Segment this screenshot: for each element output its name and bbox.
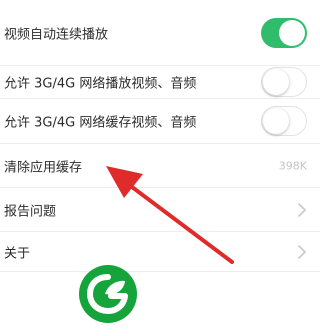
toggle-knob: [263, 68, 289, 95]
chevron-right-icon: [298, 202, 306, 217]
cellular-play-label: 允许 3G/4G 网络播放视频、音频: [4, 76, 197, 92]
cellular-cache-label: 允许 3G/4G 网络缓存视频、音频: [4, 115, 197, 131]
chevron-right-icon: [298, 244, 306, 259]
toggle-knob: [263, 107, 289, 134]
autoplay-label: 视频自动连续播放: [4, 27, 109, 42]
cellular-cache-toggle[interactable]: [261, 106, 307, 136]
setting-row-about[interactable]: 关于: [0, 232, 320, 272]
setting-row-clear-cache[interactable]: 清除应用缓存 398K: [0, 144, 320, 188]
toggle-knob: [279, 19, 305, 46]
setting-row-report[interactable]: 报告问题: [0, 188, 320, 232]
cache-size-value: 398K: [278, 159, 307, 172]
setting-row-cellular-cache: 允许 3G/4G 网络缓存视频、音频: [0, 99, 320, 144]
cellular-play-toggle[interactable]: [261, 67, 307, 97]
report-label: 报告问题: [4, 204, 57, 219]
autoplay-toggle[interactable]: [261, 17, 307, 48]
leaf-logo-icon: [79, 265, 137, 323]
setting-row-cellular-play: 允许 3G/4G 网络播放视频、音频: [0, 66, 320, 99]
clear-cache-label: 清除应用缓存: [4, 160, 83, 175]
setting-row-autoplay: 视频自动连续播放: [0, 0, 320, 66]
about-label: 关于: [4, 246, 31, 261]
